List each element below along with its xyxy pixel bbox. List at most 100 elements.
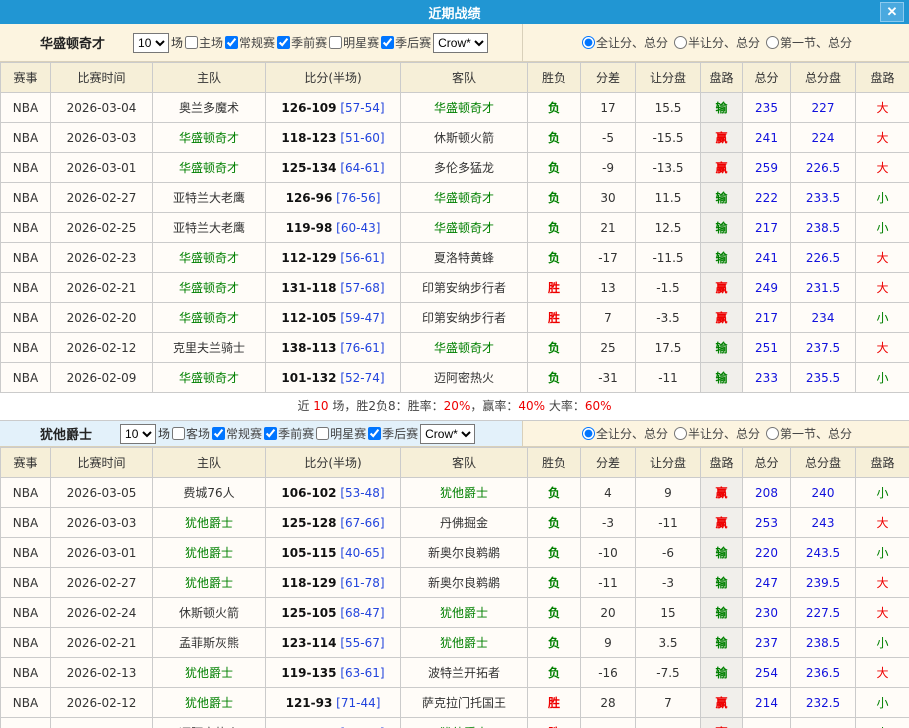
away-team-cell: 新奥尔良鹈鹕 — [401, 568, 528, 598]
half-score: [63-61] — [340, 666, 384, 680]
total-result-cell: 小 — [856, 718, 909, 728]
radio-input[interactable] — [582, 36, 595, 49]
score-cell: 126-96 [76-56] — [266, 183, 401, 213]
away-team-cell: 夏洛特黄蜂 — [401, 243, 528, 273]
checkbox-input[interactable] — [225, 36, 238, 49]
half-score: [67-66] — [340, 516, 384, 530]
radio-input[interactable] — [766, 36, 779, 49]
handicap-result-cell: 赢 — [701, 123, 743, 153]
game-row: NBA2026-03-05费城76人106-102 [53-48]犹他爵士负49… — [1, 478, 909, 508]
point-diff-cell: 13 — [581, 273, 636, 303]
handicap-cell: 7 — [636, 688, 701, 718]
handicap-result-cell: 输 — [701, 213, 743, 243]
checkbox-input[interactable] — [185, 36, 198, 49]
checkbox-季前赛[interactable]: 季前赛 — [275, 34, 327, 51]
column-header: 盘路 — [856, 448, 909, 478]
checkbox-label: 季后赛 — [382, 425, 418, 442]
checkbox-label: 常规赛 — [226, 425, 262, 442]
handicap-result-cell: 输 — [701, 598, 743, 628]
handicap-result-cell: 赢 — [701, 478, 743, 508]
odds-company-select[interactable]: Crow* — [433, 33, 488, 53]
date-cell: 2026-02-12 — [51, 333, 153, 363]
games-suffix-label: 场 — [158, 425, 170, 442]
half-score: [64-61] — [340, 161, 384, 175]
score-cell: 138-113 [76-61] — [266, 333, 401, 363]
result-cell: 负 — [528, 123, 581, 153]
checkbox-客场[interactable]: 客场 — [170, 425, 210, 442]
total-cell: 226 — [743, 718, 791, 728]
league-cell: NBA — [1, 303, 51, 333]
checkbox-input[interactable] — [381, 36, 394, 49]
score-cell: 131-118 [57-68] — [266, 273, 401, 303]
radio-option[interactable]: 半让分、总分 — [672, 425, 760, 442]
checkbox-input[interactable] — [172, 427, 185, 440]
close-icon[interactable]: ✕ — [880, 2, 904, 22]
checkbox-季后赛[interactable]: 季后赛 — [379, 34, 431, 51]
checkbox-常规赛[interactable]: 常规赛 — [223, 34, 275, 51]
score-cell: 125-105 [68-47] — [266, 598, 401, 628]
radio-input[interactable] — [674, 427, 687, 440]
checkbox-input[interactable] — [368, 427, 381, 440]
score-cell: 121-93 [71-44] — [266, 688, 401, 718]
point-diff-cell: -31 — [581, 363, 636, 393]
total-result-cell: 大 — [856, 568, 909, 598]
checkbox-明星赛[interactable]: 明星赛 — [327, 34, 379, 51]
game-row: NBA2026-02-13犹他爵士119-135 [63-61]波特兰开拓者负-… — [1, 658, 909, 688]
handicap-cell: -6 — [636, 538, 701, 568]
point-diff-cell: 17 — [581, 93, 636, 123]
checkbox-label: 客场 — [186, 425, 210, 442]
radio-option[interactable]: 全让分、总分 — [580, 425, 668, 442]
away-team-cell: 犹他爵士 — [401, 478, 528, 508]
league-cell: NBA — [1, 718, 51, 728]
radio-option[interactable]: 全让分、总分 — [580, 34, 668, 51]
score-cell: 119-98 [60-43] — [266, 213, 401, 243]
radio-option[interactable]: 第一节、总分 — [764, 34, 852, 51]
handicap-cell: -15.5 — [636, 123, 701, 153]
radio-input[interactable] — [766, 427, 779, 440]
league-cell: NBA — [1, 123, 51, 153]
handicap-cell: 17.5 — [636, 333, 701, 363]
handicap-result-cell: 输 — [701, 363, 743, 393]
checkbox-input[interactable] — [277, 36, 290, 49]
total-cell: 220 — [743, 538, 791, 568]
radio-input[interactable] — [674, 36, 687, 49]
total-line-cell: 227.5 — [791, 598, 856, 628]
point-diff-cell: -11 — [581, 568, 636, 598]
checkbox-input[interactable] — [329, 36, 342, 49]
half-score: [76-56] — [336, 191, 380, 205]
checkbox-label: 明星赛 — [343, 34, 379, 51]
checkbox-季前赛[interactable]: 季前赛 — [262, 425, 314, 442]
total-line-cell: 224 — [791, 123, 856, 153]
home-team-cell: 休斯顿火箭 — [153, 598, 266, 628]
radio-input[interactable] — [582, 427, 595, 440]
handicap-result-cell: 输 — [701, 538, 743, 568]
odds-company-select[interactable]: Crow* — [420, 424, 475, 444]
games-count-select[interactable]: 10 — [133, 33, 169, 53]
total-result-cell: 小 — [856, 213, 909, 243]
game-row: NBA2026-03-03犹他爵士125-128 [67-66]丹佛掘金负-3-… — [1, 508, 909, 538]
radio-option[interactable]: 半让分、总分 — [672, 34, 760, 51]
game-row: NBA2026-03-03华盛顿奇才118-123 [51-60]休斯顿火箭负-… — [1, 123, 909, 153]
summary-text: 场，胜2负8：胜率： — [329, 399, 444, 413]
results-table: 赛事比赛时间主队比分(半场)客队胜负分差让分盘盘路总分总分盘盘路 NBA2026… — [0, 62, 909, 393]
handicap-cell: 9 — [636, 478, 701, 508]
result-cell: 负 — [528, 628, 581, 658]
filter-right: 全让分、总分半让分、总分第一节、总分 — [522, 421, 909, 446]
handicap-scope-radios: 全让分、总分半让分、总分第一节、总分 — [578, 34, 854, 52]
checkbox-常规赛[interactable]: 常规赛 — [210, 425, 262, 442]
handicap-result-cell: 赢 — [701, 273, 743, 303]
checkbox-input[interactable] — [212, 427, 225, 440]
checkbox-input[interactable] — [264, 427, 277, 440]
checkbox-明星赛[interactable]: 明星赛 — [314, 425, 366, 442]
score-cell: 118-123 [51-60] — [266, 123, 401, 153]
radio-option[interactable]: 第一节、总分 — [764, 425, 852, 442]
date-cell: 2026-02-27 — [51, 183, 153, 213]
checkbox-input[interactable] — [316, 427, 329, 440]
total-line-cell: 243.5 — [791, 538, 856, 568]
game-row: NBA2026-02-24休斯顿火箭125-105 [68-47]犹他爵士负20… — [1, 598, 909, 628]
handicap-cell: -13.5 — [636, 153, 701, 183]
filter-bar: 犹他爵士 10 场 客场常规赛季前赛明星赛季后赛 Crow* 全让分、总分半让分… — [0, 421, 909, 447]
checkbox-主场[interactable]: 主场 — [183, 34, 223, 51]
checkbox-季后赛[interactable]: 季后赛 — [366, 425, 418, 442]
games-count-select[interactable]: 10 — [120, 424, 156, 444]
